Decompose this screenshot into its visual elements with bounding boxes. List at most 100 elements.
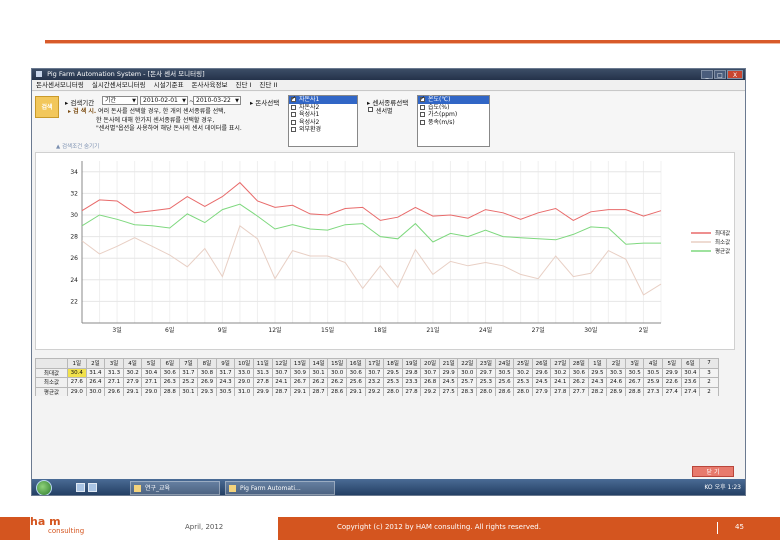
- checkbox-icon: [420, 95, 425, 103]
- hint-line-1: 여러 돈사를 선택할 경우, 한 개의 센서종류를 선택,: [98, 108, 226, 115]
- table-cell: 30.3: [606, 367, 626, 378]
- page-separator: [717, 522, 718, 534]
- row-label: 최소값: [35, 377, 68, 388]
- table-header-cell: 6일: [159, 358, 180, 369]
- table-cell: 26.4: [85, 377, 106, 388]
- y-tick-label: 34: [70, 169, 78, 176]
- chevron-down-icon: ▼: [182, 98, 186, 104]
- table-cell: 30.0: [457, 367, 478, 378]
- barn-option-5[interactable]: 외부환경: [289, 126, 357, 134]
- table-header-cell: 28일: [569, 358, 589, 369]
- barn-option-4[interactable]: 육성사2: [289, 119, 357, 127]
- table-cell: 27.4: [680, 386, 701, 396]
- barn-option-2[interactable]: 자돈사2: [289, 104, 357, 112]
- table-header-cell: 1일: [587, 358, 608, 369]
- search-filter-panel: 검색 ▸ 검색기간 기간 ▼ 2010-02-01 ▼ ~ 2010-03-22 ▼ …: [32, 92, 745, 150]
- copyright-text: Copyright (c) 2012 by HAM consulting. Al…: [337, 523, 541, 531]
- hint-line-2: 한 돈사에 대해 한가지 센서종류를 선택할 경우,: [96, 116, 215, 124]
- search-button[interactable]: 검색: [35, 96, 59, 118]
- table-header-cell: 12일: [271, 358, 292, 369]
- table-cell: 27.1: [141, 377, 161, 388]
- menu-facility-standard[interactable]: 시설기준표: [150, 80, 188, 90]
- legend-label: 평균값: [715, 247, 730, 255]
- table-cell: 23.2: [364, 377, 385, 388]
- table-header-cell: 14일: [308, 358, 329, 369]
- table-cell: 28.3: [457, 386, 478, 396]
- menu-diagnosis-2[interactable]: 진단 II: [255, 80, 281, 90]
- desktop-icon[interactable]: [76, 483, 85, 492]
- menu-diagnosis-1[interactable]: 진단 I: [231, 80, 255, 90]
- app-window: Pig Farm Automation System - [돈사 센서 모니터링…: [31, 68, 746, 496]
- slide-footer: ha m consulting April, 2012 Copyright (c…: [0, 515, 780, 540]
- taskbar-item-folder[interactable]: 연구_교육: [130, 481, 220, 495]
- close-window-button[interactable]: X: [727, 70, 743, 79]
- minimize-button[interactable]: _: [701, 70, 713, 79]
- checkbox-icon: [291, 95, 296, 103]
- table-cell: 28.6: [327, 386, 347, 396]
- table-cell: 27.8: [401, 386, 422, 396]
- table-cell: 29.9: [438, 367, 459, 378]
- table-cell: 28.6: [494, 386, 515, 396]
- table-cell: 33.0: [234, 367, 254, 378]
- start-button[interactable]: [36, 480, 52, 495]
- sensor-option-gas[interactable]: 가스(ppm): [418, 111, 489, 119]
- table-header-cell: 4일: [643, 358, 663, 369]
- app-icon: [36, 71, 42, 77]
- table-cell: 27.3: [643, 386, 663, 396]
- company-tagline: consulting: [48, 527, 85, 535]
- sensor-per-option[interactable]: 센서별: [366, 106, 393, 115]
- table-cell: 30.5: [643, 367, 663, 378]
- sensor-option-temp[interactable]: 온도(℃): [418, 95, 489, 104]
- date-to-picker[interactable]: 2010-03-22 ▼: [193, 96, 241, 105]
- table-cell: 30.8: [197, 367, 217, 378]
- table-cell: 28.0: [476, 386, 496, 396]
- y-tick-label: 22: [70, 298, 78, 305]
- table-header-cell: 10일: [234, 358, 254, 369]
- temperature-chart: 22 24 26 28 30 32 34 3일 6일 9일 12일 15일 18일 21일 24일 27일 30…: [70, 161, 730, 334]
- x-tick-label: 30일: [584, 326, 597, 334]
- table-cell: 29.5: [383, 367, 403, 378]
- stats-table-wrap: 1일 2일 3일 4일 5일 6일 7일 8일 9일 10일 11일 12일 13일 14일 15일 16일 1…: [35, 358, 735, 396]
- x-tick-label: 27일: [532, 326, 545, 334]
- sensor-list: 온도(℃) 습도(%) 가스(ppm) 풍속(m/s): [417, 95, 490, 147]
- maximize-button[interactable]: □: [714, 70, 726, 79]
- date-from-picker[interactable]: 2010-02-01 ▼: [140, 96, 188, 105]
- table-cell: 24.1: [271, 377, 292, 388]
- window-title: Pig Farm Automation System - [돈사 센서 모니터링…: [47, 70, 205, 78]
- barn-option-1[interactable]: 자돈사1: [289, 95, 357, 104]
- table-cell: 29.8: [401, 367, 422, 378]
- table-header-cell: 22일: [457, 358, 478, 369]
- period-label: ▸ 검색기간: [65, 99, 95, 107]
- table-cell: 27.5: [438, 386, 459, 396]
- table-cell: 27.8: [252, 377, 273, 388]
- table-cell: 31.4: [85, 367, 106, 378]
- explorer-icon[interactable]: [88, 483, 97, 492]
- table-header-cell: 7일: [178, 358, 199, 369]
- table-header-cell: 24일: [494, 358, 515, 369]
- period-type-select[interactable]: 기간 ▼: [102, 96, 138, 105]
- company-logo-text: ha m: [30, 515, 61, 528]
- menu-barn-sensor-monitoring[interactable]: 돈사센서모니터링: [32, 80, 88, 90]
- sensor-option-wind[interactable]: 풍속(m/s): [418, 119, 489, 127]
- checkbox-icon: [368, 107, 373, 112]
- menu-barn-breeding-info[interactable]: 돈사사육정보: [188, 80, 232, 90]
- collapse-search-link[interactable]: ▲ 검색조건 숨기기: [56, 142, 99, 150]
- menu-bar: 돈사센서모니터링 실시간센서모니터링 시설기준표 돈사사육정보 진단 I 진단 …: [32, 80, 745, 91]
- taskbar-item-app[interactable]: Pig Farm Automati...: [225, 481, 335, 495]
- table-cell: 30.0: [327, 367, 347, 378]
- table-cell: 27.6: [67, 377, 87, 388]
- table-cell: 23.6: [680, 377, 701, 388]
- table-cell: 26.9: [197, 377, 217, 388]
- barn-option-3[interactable]: 육성사1: [289, 111, 357, 119]
- table-header-cell: 3일: [624, 358, 645, 369]
- table-cell: 30.4: [141, 367, 161, 378]
- table-cell: 26.2: [308, 377, 329, 388]
- sensor-option-humidity[interactable]: 습도(%): [418, 104, 489, 112]
- menu-realtime-monitoring[interactable]: 실시간센서모니터링: [88, 80, 150, 90]
- table-header-cell: 2일: [606, 358, 626, 369]
- table-header-cell: 6일: [680, 358, 701, 369]
- table-cell: 30.4: [67, 367, 87, 378]
- close-button[interactable]: 닫 기: [692, 466, 734, 477]
- table-cell: 31.0: [234, 386, 254, 396]
- table-header-cell: 20일: [420, 358, 440, 369]
